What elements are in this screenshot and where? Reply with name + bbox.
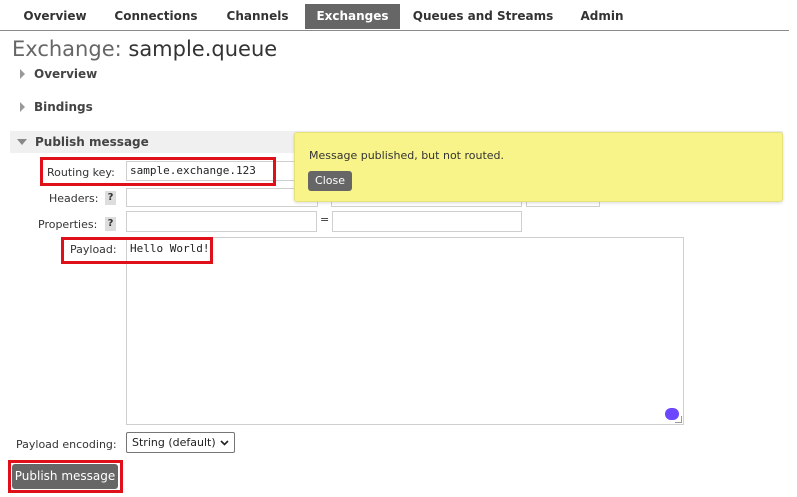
- notification-message: Message published, but not routed.: [309, 149, 505, 162]
- payload-encoding-label: Payload encoding:: [16, 438, 117, 451]
- tab-channels[interactable]: Channels: [215, 4, 300, 29]
- header-key-input[interactable]: [126, 188, 318, 207]
- property-value-input[interactable]: [332, 211, 522, 232]
- payload-encoding-select[interactable]: String (default): [126, 432, 235, 453]
- close-button[interactable]: Close: [308, 171, 352, 191]
- tab-connections[interactable]: Connections: [106, 4, 206, 29]
- resize-handle-icon[interactable]: [675, 416, 682, 423]
- page-title: Exchange: sample.queue: [12, 37, 277, 61]
- payload-textarea[interactable]: Hello World!: [126, 237, 684, 425]
- tab-admin[interactable]: Admin: [566, 4, 638, 29]
- collapse-arrow-icon: [17, 139, 27, 145]
- section-bindings-label: Bindings: [34, 100, 93, 114]
- section-overview-toggle[interactable]: Overview: [20, 67, 97, 81]
- section-bindings-toggle[interactable]: Bindings: [20, 100, 93, 114]
- expand-arrow-icon: [20, 69, 25, 79]
- expand-arrow-icon: [20, 102, 25, 112]
- page-title-prefix: Exchange:: [12, 37, 122, 61]
- tab-overview[interactable]: Overview: [10, 4, 100, 29]
- section-publish-label: Publish message: [35, 135, 149, 149]
- property-key-input[interactable]: [126, 211, 317, 232]
- payload-encoding-value: String (default): [132, 436, 216, 449]
- payload-highlight: [61, 237, 213, 264]
- headers-label: Headers:: [49, 192, 99, 205]
- properties-help-icon[interactable]: ?: [105, 217, 116, 231]
- top-nav: Overview Connections Channels Exchanges …: [0, 0, 789, 31]
- equals-sign: =: [320, 213, 330, 226]
- publish-button-highlight: [8, 460, 123, 493]
- tab-queues-and-streams[interactable]: Queues and Streams: [408, 4, 558, 29]
- properties-label: Properties:: [38, 218, 98, 231]
- section-overview-label: Overview: [34, 67, 98, 81]
- page-title-name: sample.queue: [128, 37, 278, 61]
- headers-help-icon[interactable]: ?: [105, 191, 116, 205]
- notification-popup: Message published, but not routed. Close: [294, 132, 783, 202]
- chevron-down-icon: [220, 440, 229, 446]
- section-publish-toggle[interactable]: Publish message: [17, 135, 149, 149]
- tab-exchanges[interactable]: Exchanges: [305, 4, 400, 29]
- routing-key-highlight: [40, 157, 276, 186]
